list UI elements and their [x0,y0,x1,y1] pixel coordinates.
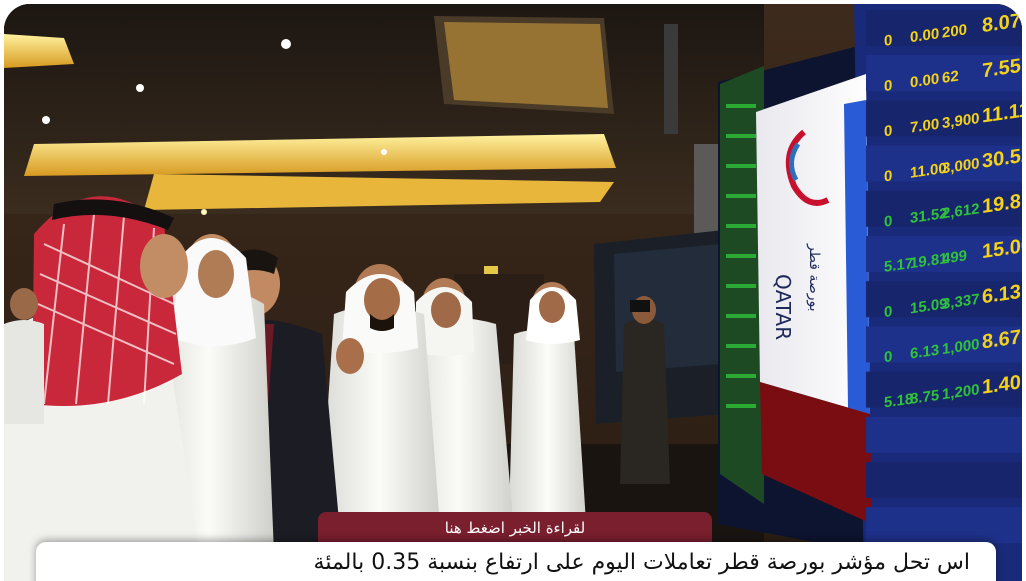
board-logo-text: QATAR [771,274,795,340]
ticker-row [866,416,1022,453]
ticker-cell: 499 [942,247,967,267]
ticker-cell: 0 [884,348,892,366]
ticker-row [866,507,1022,544]
ticker-row [866,462,1022,498]
ticker-cell: 0 [884,32,892,50]
ticker-cell: 0 [884,77,892,95]
ticker-cell: 62 [942,68,959,87]
ticker-cell: 200 [942,21,967,41]
headline-text: اس تحل مؤشر بورصة قطر تعاملات اليوم على … [313,550,970,575]
ticker-cell: 0 [884,213,892,231]
read-more-button[interactable]: لقراءة الخبر اضغط هنا [318,512,712,544]
ticker-cell: 0 [884,303,892,321]
news-card[interactable]: QATAR بورصة قطر 042.152.9011.29011.942,0… [4,4,1022,581]
ticker-cell: 0 [884,122,892,140]
news-photo: QATAR بورصة قطر 042.152.9011.29011.942,0… [4,4,1022,581]
board-exchange-text: بورصة قطر [806,243,822,312]
headline-caption[interactable]: اس تحل مؤشر بورصة قطر تعاملات اليوم على … [36,542,996,581]
ticker-cell: 0 [884,167,892,185]
